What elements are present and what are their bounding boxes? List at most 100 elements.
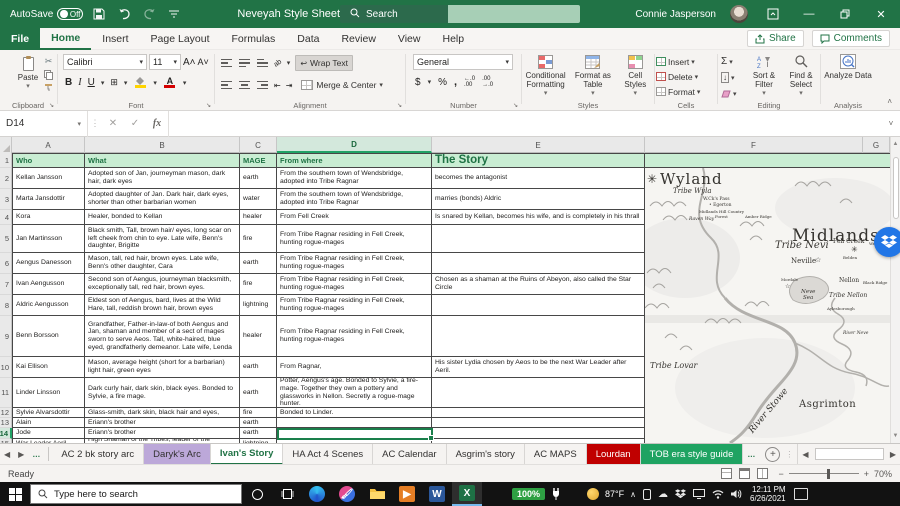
horizontal-scrollbar[interactable]: ◀ ▶	[797, 444, 900, 465]
cell-E2[interactable]: becomes the antagonist	[432, 168, 645, 189]
increase-decimal-icon[interactable]: ←.0.00	[464, 76, 475, 88]
sheet-tab-ac-maps[interactable]: AC MAPS	[525, 444, 587, 465]
cell-E14[interactable]	[432, 428, 645, 439]
select-all-corner[interactable]	[0, 137, 12, 153]
action-center-icon[interactable]	[794, 488, 808, 500]
dropbox-badge[interactable]	[874, 227, 900, 257]
sheet-tab-ivan-s-story[interactable]: Ivan's Story	[211, 444, 283, 465]
dropbox-tray-icon[interactable]	[675, 489, 686, 499]
italic-button[interactable]: I	[78, 77, 81, 88]
cancel-icon[interactable]: ✕	[102, 118, 124, 129]
zoom-slider-thumb[interactable]	[827, 469, 830, 479]
cell-E4[interactable]: Is snared by Kellan, becomes his wife, a…	[432, 210, 645, 225]
underline-button[interactable]: U	[88, 77, 95, 88]
cell-styles-button[interactable]: Cell Styles▾	[618, 50, 653, 98]
borders-icon[interactable]: ⊞	[110, 77, 118, 88]
cell-D1[interactable]: From where	[277, 153, 432, 168]
normal-view-icon[interactable]	[721, 468, 732, 479]
insert-function-icon[interactable]: fx	[146, 118, 168, 129]
sheet-tab-ac-calendar[interactable]: AC Calendar	[373, 444, 446, 465]
cell-B4[interactable]: Healer, bonded to Kellan	[85, 210, 240, 225]
cell-E6[interactable]	[432, 253, 645, 274]
ribbon-tab-help[interactable]: Help	[431, 28, 475, 50]
page-layout-view-icon[interactable]	[739, 468, 750, 479]
cell-E5[interactable]	[432, 225, 645, 253]
cell-E10[interactable]: His sister Lydia chosen by Aeos to be th…	[432, 357, 645, 378]
paint3d-icon[interactable]: 🖌	[332, 482, 362, 506]
analyze-data-button[interactable]: Analyze Data	[824, 50, 872, 98]
sheet-tab-daryk-s-arc[interactable]: Daryk's Arc	[144, 444, 211, 465]
cell-D13[interactable]	[277, 418, 432, 428]
ribbon-tab-insert[interactable]: Insert	[91, 28, 139, 50]
ribbon-tab-file[interactable]: File	[0, 28, 40, 50]
row-header-12[interactable]: 12	[0, 408, 12, 418]
cell-C14[interactable]: earth	[240, 428, 277, 439]
clock[interactable]: 12:11 PM 6/26/2021	[750, 485, 786, 503]
align-middle-icon[interactable]	[238, 58, 251, 69]
vertical-scrollbar[interactable]: ▲ ▼	[890, 137, 900, 443]
column-header-B[interactable]: B	[85, 137, 240, 153]
ribbon-tab-view[interactable]: View	[387, 28, 432, 50]
restore-button[interactable]	[834, 0, 856, 28]
sheet-tab-ha-act-4-scenes[interactable]: HA Act 4 Scenes	[283, 444, 373, 465]
clear-button[interactable]: ▾	[721, 87, 737, 100]
cell-A14[interactable]: Jode	[12, 428, 85, 439]
cell-E9[interactable]	[432, 316, 645, 357]
row-header-3[interactable]: 3	[0, 189, 12, 210]
font-size-select[interactable]: 11▾	[149, 54, 181, 70]
name-box[interactable]: D14▾	[0, 111, 88, 137]
cell-D12[interactable]: Bonded to Linder.	[277, 408, 432, 418]
cell-B11[interactable]: Dark curly hair, dark skin, black eyes. …	[85, 378, 240, 408]
cell-D10[interactable]: From Ragnar,	[277, 357, 432, 378]
collapse-ribbon-icon[interactable]: ˄	[887, 97, 892, 106]
cell-C10[interactable]: earth	[240, 357, 277, 378]
clipboard-dialog-launcher[interactable]: ↘	[49, 102, 54, 109]
align-center-icon[interactable]	[238, 80, 251, 91]
percent-style-icon[interactable]: %	[438, 77, 447, 88]
column-header-D[interactable]: D	[277, 137, 432, 153]
font-name-select[interactable]: Calibri▾	[63, 54, 147, 70]
sheet-nav-left-icon[interactable]: ◀	[0, 450, 14, 459]
column-header-E[interactable]: E	[432, 137, 645, 153]
font-color-button[interactable]: A	[163, 76, 177, 89]
tab-splitter[interactable]: ⋮	[785, 450, 793, 459]
cell-D4[interactable]: From Fell Creek	[277, 210, 432, 225]
cell-B3[interactable]: Adopted daughter of Jan. Dark hair, dark…	[85, 189, 240, 210]
cell-C1[interactable]: MAGE	[240, 153, 277, 168]
cell-C8[interactable]: lightning	[240, 295, 277, 316]
cell-E12[interactable]	[432, 408, 645, 418]
edge-icon[interactable]	[302, 482, 332, 506]
row-header-8[interactable]: 8	[0, 295, 12, 316]
alignment-dialog-launcher[interactable]: ↘	[397, 102, 402, 109]
cell-E3[interactable]: marries (bonds) Aldric	[432, 189, 645, 210]
cell-C4[interactable]: healer	[240, 210, 277, 225]
cell-C6[interactable]: earth	[240, 253, 277, 274]
page-break-view-icon[interactable]	[757, 468, 768, 479]
conditional-formatting-button[interactable]: Conditional Formatting▾	[523, 50, 568, 98]
format-as-table-button[interactable]: Format as Table▾	[572, 50, 613, 98]
cell-A10[interactable]: Kai Ellison	[12, 357, 85, 378]
comma-style-icon[interactable]: ,	[454, 76, 457, 88]
sheet-nav-more-left[interactable]: …	[28, 450, 45, 459]
ribbon-display-options-icon[interactable]	[762, 0, 784, 28]
avatar[interactable]	[730, 5, 748, 23]
delete-cells-button[interactable]: Delete▾	[656, 70, 716, 83]
format-painter-icon[interactable]	[44, 83, 53, 92]
cell-D11[interactable]: Potter, Aengus's age. Bonded to Sylvie, …	[277, 378, 432, 408]
cell-A3[interactable]: Marta Jansdottir	[12, 189, 85, 210]
undo-icon[interactable]	[115, 5, 133, 23]
cell-C2[interactable]: earth	[240, 168, 277, 189]
redo-icon[interactable]	[140, 5, 158, 23]
horizontal-scroll-thumb[interactable]	[815, 448, 884, 460]
decrease-indent-icon[interactable]: ⇤	[274, 81, 281, 90]
fill-color-button[interactable]	[133, 76, 147, 89]
column-header-F[interactable]: F	[645, 137, 863, 153]
quick-access-toolbar-icon[interactable]	[165, 5, 183, 23]
align-top-icon[interactable]	[220, 58, 233, 69]
zoom-in-icon[interactable]: +	[864, 469, 869, 479]
taskbar-search[interactable]: Type here to search	[30, 484, 242, 504]
row-header-11[interactable]: 11	[0, 378, 12, 408]
fill-button[interactable]: ↓▾	[721, 71, 737, 84]
cell-E7[interactable]: Chosen as a shaman at the Ruins of Abeyo…	[432, 274, 645, 295]
onedrive-icon[interactable]: ☁	[658, 489, 668, 500]
